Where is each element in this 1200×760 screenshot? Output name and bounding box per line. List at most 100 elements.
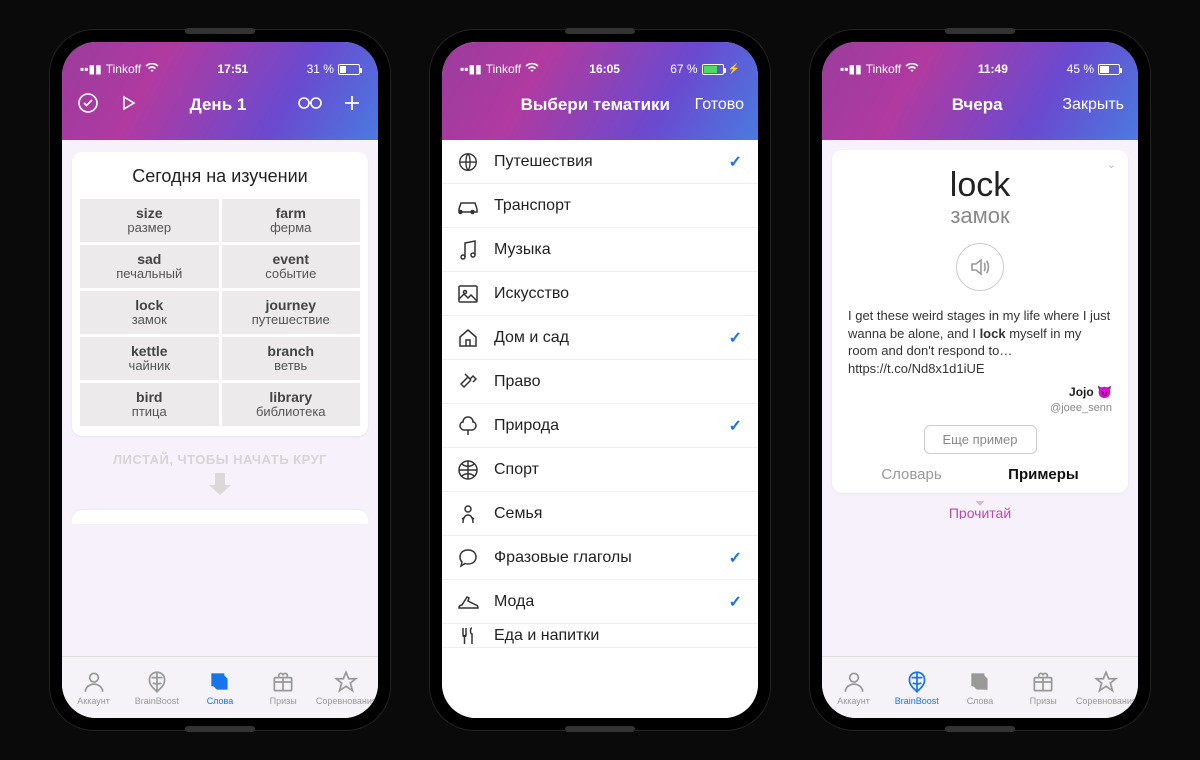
topic-row[interactable]: Путешествия✓: [442, 140, 758, 184]
tab-аккаунт[interactable]: Аккаунт: [65, 669, 123, 706]
done-button[interactable]: Готово: [695, 96, 744, 114]
topic-row[interactable]: Спорт: [442, 448, 758, 492]
tab-слова[interactable]: Слова: [951, 669, 1009, 706]
status-bar: ▪▪▮▮ Tinkoff 17:51 31 %: [62, 42, 378, 80]
topic-label: Еда и напитки: [494, 627, 710, 645]
word-ru: замок: [84, 313, 215, 328]
topic-row[interactable]: Семья: [442, 492, 758, 536]
topic-row[interactable]: Право: [442, 360, 758, 404]
tab-brainboost[interactable]: BrainBoost: [888, 669, 946, 706]
phone-frame-1: ▪▪▮▮ Tinkoff 17:51 31 %: [50, 30, 390, 730]
content-1[interactable]: Сегодня на изучении sizeразмерfarmфермаs…: [62, 140, 378, 656]
tab-соревнования[interactable]: Соревнования: [317, 669, 375, 706]
phone-frame-3: ▪▪▮▮ Tinkoff 11:49 45 % Вчера Закрыть: [810, 30, 1150, 730]
topic-label: Искусство: [494, 285, 710, 303]
nav-title: Вчера: [902, 95, 1052, 115]
word-en: kettle: [84, 343, 215, 359]
seg-dictionary[interactable]: Словарь: [881, 466, 941, 483]
checkmark-icon: ✓: [724, 152, 742, 172]
tab-label: Слова: [207, 696, 234, 706]
shoe-icon: [456, 590, 480, 614]
tab-brainboost[interactable]: BrainBoost: [128, 669, 186, 706]
topic-row[interactable]: Дом и сад✓: [442, 316, 758, 360]
tab-label: Соревнования: [316, 696, 377, 706]
tab-label: Призы: [1030, 696, 1057, 706]
signal-icon: ▪▪▮▮: [840, 62, 862, 76]
word-cell[interactable]: sizeразмер: [80, 199, 219, 242]
wifi-icon: [525, 62, 539, 76]
topic-row[interactable]: Музыка: [442, 228, 758, 272]
plus-icon[interactable]: [340, 91, 364, 120]
read-hint[interactable]: Прочитай: [832, 501, 1128, 519]
tab-слова[interactable]: Слова: [191, 669, 249, 706]
word-cell[interactable]: sadпечальный: [80, 245, 219, 288]
card-title: Сегодня на изучении: [80, 166, 360, 187]
seg-examples[interactable]: Примеры: [1008, 466, 1079, 483]
screen-3: ▪▪▮▮ Tinkoff 11:49 45 % Вчера Закрыть: [822, 42, 1138, 718]
topic-list[interactable]: Путешествия✓ТранспортМузыка Искусство Дом …: [442, 140, 758, 718]
example-author: Jojo 😈 @joee_senn: [848, 385, 1112, 415]
tab-аккаунт[interactable]: Аккаунт: [825, 669, 883, 706]
topic-row[interactable]: Искусство: [442, 272, 758, 316]
topic-row[interactable]: Фразовые глаголы✓: [442, 536, 758, 580]
header-1: ▪▪▮▮ Tinkoff 17:51 31 %: [62, 42, 378, 140]
sound-button[interactable]: [956, 243, 1004, 291]
tab-призы[interactable]: Призы: [1014, 669, 1072, 706]
word-en: size: [84, 205, 215, 221]
word-cell[interactable]: farmферма: [222, 199, 361, 242]
nav-title: День 1: [150, 95, 286, 115]
close-button[interactable]: Закрыть: [1062, 96, 1124, 114]
charging-icon: ⚡: [728, 64, 740, 75]
word-cell[interactable]: kettleчайник: [80, 337, 219, 380]
speech-icon: [456, 546, 480, 570]
wifi-icon: [145, 62, 159, 76]
signal-icon: ▪▪▮▮: [460, 62, 482, 76]
today-card: Сегодня на изучении sizeразмерfarmфермаs…: [72, 152, 368, 436]
speaker-slot: [945, 28, 1015, 34]
word-cell[interactable]: birdптица: [80, 383, 219, 426]
word-ru: птица: [84, 405, 215, 420]
chevron-down-icon[interactable]: ⌄: [1107, 158, 1116, 171]
word-cell[interactable]: branchветвь: [222, 337, 361, 380]
play-icon[interactable]: [116, 91, 140, 120]
battery-icon: [1098, 64, 1120, 75]
topic-row[interactable]: Мода✓: [442, 580, 758, 624]
topic-row[interactable]: Еда и напитки: [442, 624, 758, 648]
word-cell[interactable]: lockзамок: [80, 291, 219, 334]
content-3[interactable]: ⌄ lock замок I get these weird stages in…: [822, 140, 1138, 656]
tab-label: Аккаунт: [77, 696, 110, 706]
tab-призы[interactable]: Призы: [254, 669, 312, 706]
arrow-down-icon: [62, 471, 378, 504]
topic-label: Спорт: [494, 461, 710, 479]
more-example-button[interactable]: Еще пример: [924, 425, 1037, 454]
word-cell[interactable]: eventсобытие: [222, 245, 361, 288]
tab-соревнования[interactable]: Соревнования: [1077, 669, 1135, 706]
car-icon: [456, 194, 480, 218]
speaker-slot-bottom: [185, 726, 255, 732]
topic-label: Природа: [494, 417, 710, 435]
glasses-icon[interactable]: [296, 91, 324, 120]
image-icon: [456, 282, 480, 306]
phone-frame-2: ▪▪▮▮ Tinkoff 16:05 67 % ⚡ Выбери тематик…: [430, 30, 770, 730]
topic-row[interactable]: Природа ✓: [442, 404, 758, 448]
segmented-control: Словарь Примеры: [848, 466, 1112, 483]
topic-label: Семья: [494, 505, 710, 523]
check-circle-icon[interactable]: [76, 91, 100, 120]
wifi-icon: [905, 62, 919, 76]
speaker-slot-bottom: [945, 726, 1015, 732]
next-card-peek[interactable]: [72, 510, 368, 524]
battery-icon: [338, 64, 360, 75]
checkmark-icon: ✓: [724, 416, 742, 436]
header-2: ▪▪▮▮ Tinkoff 16:05 67 % ⚡ Выбери тематик…: [442, 42, 758, 140]
word-cell[interactable]: libraryбиблиотека: [222, 383, 361, 426]
topic-label: Право: [494, 373, 710, 391]
word-cell[interactable]: journeyпутешествие: [222, 291, 361, 334]
topic-row[interactable]: Транспорт: [442, 184, 758, 228]
screen-2: ▪▪▮▮ Tinkoff 16:05 67 % ⚡ Выбери тематик…: [442, 42, 758, 718]
baby-icon: [456, 502, 480, 526]
clock-text: 16:05: [589, 62, 620, 76]
word-ru: размер: [84, 221, 215, 236]
globe-icon: [456, 150, 480, 174]
speaker-slot: [185, 28, 255, 34]
example-text: I get these weird stages in my life wher…: [848, 307, 1112, 377]
